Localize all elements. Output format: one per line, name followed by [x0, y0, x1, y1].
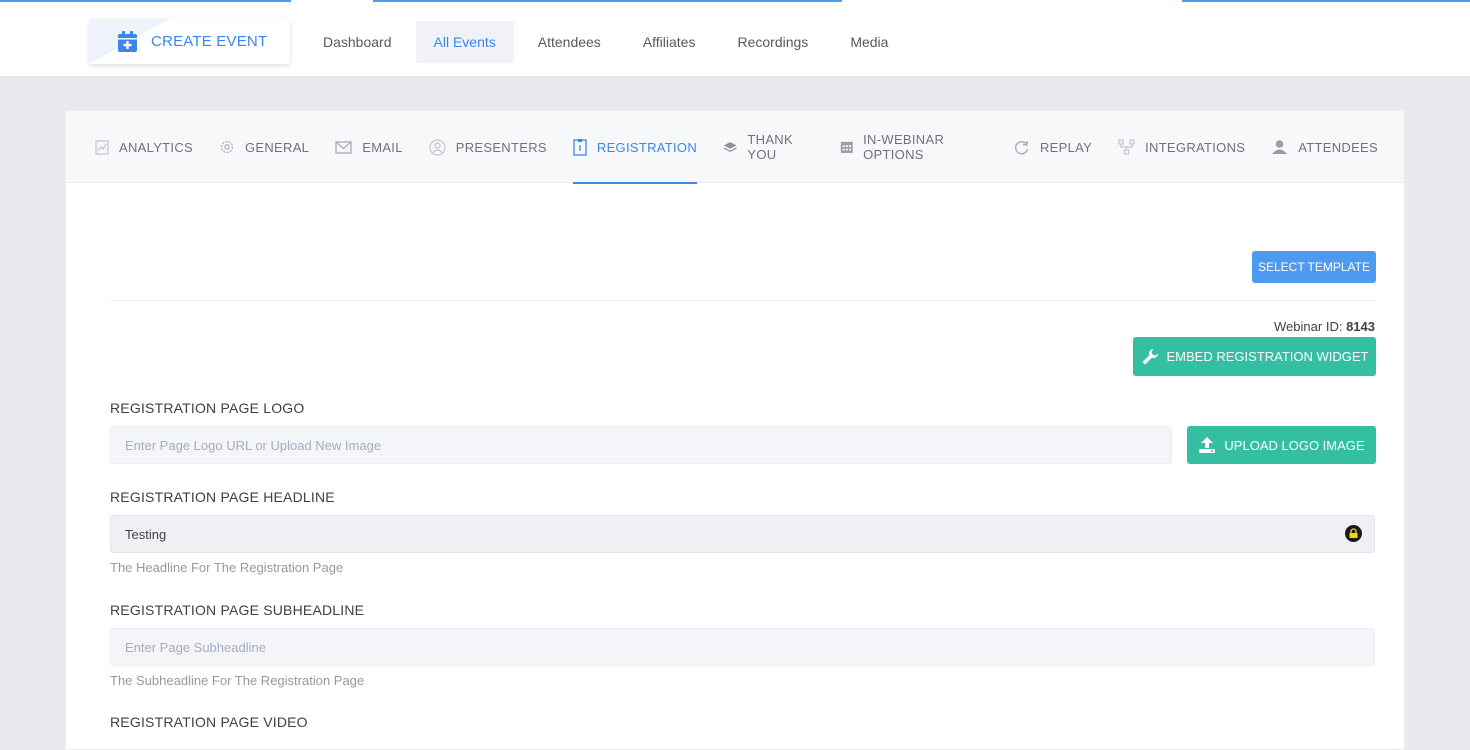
nav-recordings[interactable]: Recordings — [719, 21, 826, 63]
upload-logo-image-button[interactable]: UPLOAD LOGO IMAGE — [1187, 426, 1376, 464]
settings-tabs: ANALYTICS GENERAL EMAIL PRESENTERS REGIS… — [66, 111, 1404, 184]
envelope-icon — [335, 140, 352, 154]
network-icon — [1118, 139, 1135, 155]
main-nav: Dashboard All Events Attendees Affiliate… — [305, 21, 912, 63]
nav-all-events[interactable]: All Events — [415, 21, 514, 63]
tab-label: INTEGRATIONS — [1145, 139, 1246, 155]
event-settings-card: ANALYTICS GENERAL EMAIL PRESENTERS REGIS… — [65, 110, 1405, 750]
tab-label: GENERAL — [244, 139, 310, 155]
embed-widget-label: EMBED REGISTRATION WIDGET — [1166, 349, 1369, 364]
nav-media[interactable]: Media — [832, 21, 906, 63]
subheadline-input[interactable] — [110, 628, 1375, 666]
tab-label: REPLAY — [1039, 139, 1093, 155]
webinar-id-label: Webinar ID: — [1274, 319, 1343, 334]
nav-dashboard[interactable]: Dashboard — [305, 21, 410, 63]
tab-label: PRESENTERS — [455, 139, 547, 155]
tab-general[interactable]: GENERAL — [219, 111, 309, 183]
tab-presenters[interactable]: PRESENTERS — [429, 111, 547, 183]
top-accent-line — [0, 0, 291, 2]
tab-email[interactable]: EMAIL — [335, 111, 403, 183]
nav-attendees[interactable]: Attendees — [520, 21, 619, 63]
tab-registration[interactable]: REGISTRATION — [572, 111, 698, 184]
top-accent-line — [373, 0, 842, 2]
tab-label: IN-WEBINAR OPTIONS — [863, 132, 945, 162]
refresh-icon — [1014, 140, 1029, 154]
form-icon — [573, 138, 587, 156]
subheadline-field-label: REGISTRATION PAGE SUBHEADLINE — [110, 602, 365, 618]
wrench-icon — [1142, 348, 1158, 364]
embed-registration-widget-button[interactable]: EMBED REGISTRATION WIDGET — [1133, 337, 1376, 376]
logo-field-label: REGISTRATION PAGE LOGO — [110, 400, 305, 416]
video-field-label: REGISTRATION PAGE VIDEO — [110, 714, 308, 730]
create-event-button[interactable]: CREATE EVENT — [89, 19, 290, 64]
password-manager-icon[interactable] — [1345, 525, 1362, 542]
upload-logo-label: UPLOAD LOGO IMAGE — [1224, 437, 1365, 453]
tab-thank-you[interactable]: THANK YOU — [723, 111, 814, 183]
logo-url-input[interactable] — [110, 426, 1172, 464]
tab-label: THANK YOU — [747, 132, 793, 162]
tab-label: ATTENDEES — [1298, 139, 1378, 155]
tab-label: REGISTRATION — [596, 139, 698, 155]
calendar-plus-icon — [118, 30, 138, 53]
headline-help-text: The Headline For The Registration Page — [110, 560, 344, 575]
tab-in-webinar-options[interactable]: IN-WEBINAR OPTIONS — [840, 111, 987, 183]
top-navbar: CREATE EVENT Dashboard All Events Attend… — [0, 0, 1470, 77]
nav-affiliates[interactable]: Affiliates — [625, 21, 714, 63]
tab-replay[interactable]: REPLAY — [1013, 111, 1092, 183]
person-icon — [1272, 140, 1288, 154]
tab-analytics[interactable]: ANALYTICS — [95, 111, 193, 183]
tab-label: ANALYTICS — [119, 139, 193, 155]
layers-icon — [723, 141, 737, 152]
tab-label: EMAIL — [362, 139, 403, 155]
headline-field-label: REGISTRATION PAGE HEADLINE — [110, 489, 335, 505]
tab-attendees[interactable]: ATTENDEES — [1271, 111, 1378, 183]
calendar-grid-icon — [840, 141, 853, 153]
user-circle-icon — [429, 138, 446, 156]
section-divider — [110, 300, 1376, 301]
webinar-id-value: 8143 — [1346, 319, 1375, 334]
chart-icon — [95, 139, 109, 155]
tab-integrations[interactable]: INTEGRATIONS — [1118, 111, 1245, 183]
gear-icon — [220, 140, 234, 154]
upload-icon — [1199, 437, 1216, 453]
create-event-label: CREATE EVENT — [151, 33, 268, 50]
select-template-button[interactable]: SELECT TEMPLATE — [1252, 251, 1376, 283]
webinar-id: Webinar ID: 8143 — [1274, 319, 1375, 334]
headline-input[interactable] — [110, 515, 1375, 553]
top-accent-line — [1182, 0, 1470, 2]
subheadline-help-text: The Subheadline For The Registration Pag… — [110, 673, 365, 688]
